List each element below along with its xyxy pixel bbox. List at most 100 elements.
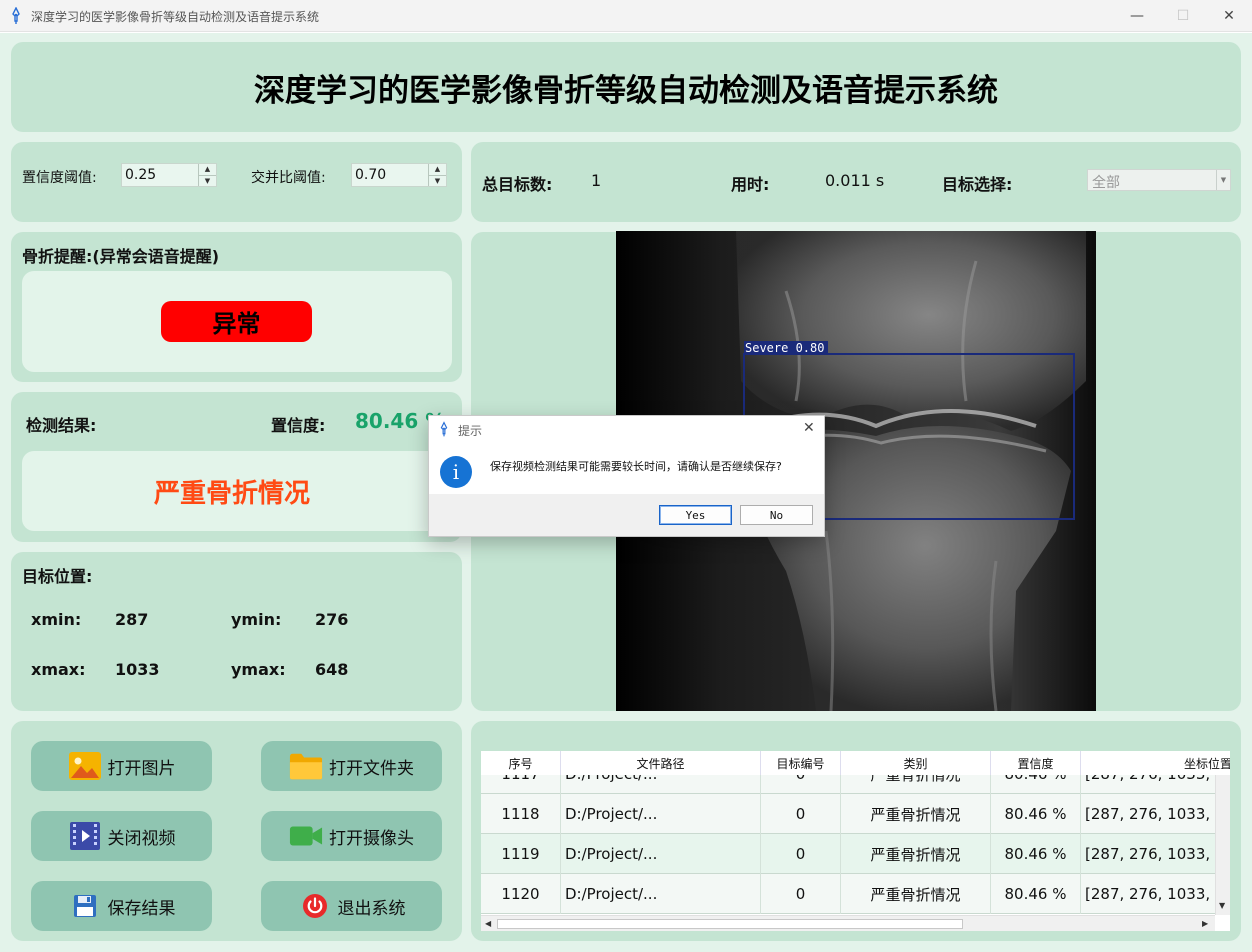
confirm-save-dialog: 提示 ✕ i 保存视频检测结果可能需要较长时间，请确认是否继续保存? Yes N… — [428, 415, 825, 537]
minimize-button[interactable]: — — [1114, 0, 1160, 32]
column-header-class[interactable]: 类别 — [841, 751, 991, 775]
scroll-left-icon[interactable]: ◀ — [485, 919, 491, 928]
xmax-value: 1033 — [115, 660, 160, 679]
window-title: 深度学习的医学影像骨折等级自动检测及语音提示系统 — [31, 10, 320, 24]
scroll-right-icon[interactable]: ▶ — [1202, 919, 1208, 928]
column-header-path[interactable]: 文件路径 — [561, 751, 761, 775]
table-cell: [287, 276, 1033, 648] — [1081, 794, 1218, 834]
results-table[interactable]: 序号 文件路径 目标编号 类别 置信度 坐标位置 1117 D:/Project… — [481, 751, 1230, 931]
open-folder-button[interactable]: 打开文件夹 — [261, 741, 442, 791]
camera-icon — [289, 821, 323, 851]
maximize-button[interactable]: ☐ — [1160, 0, 1206, 32]
power-icon — [298, 891, 332, 921]
table-cell: 严重骨折情况 — [841, 794, 991, 834]
dialog-close-icon[interactable]: ✕ — [803, 420, 815, 436]
spin-up-icon[interactable]: ▲ — [429, 164, 446, 175]
column-header-target-id[interactable]: 目标编号 — [761, 751, 841, 775]
spin-down-icon[interactable]: ▼ — [429, 175, 446, 186]
save-result-label: 保存结果 — [107, 898, 176, 919]
open-camera-button[interactable]: 打开摄像头 — [261, 811, 442, 861]
spin-arrows[interactable]: ▲ ▼ — [198, 164, 216, 186]
dialog-title: 提示 — [458, 424, 483, 438]
confidence-threshold-value: 0.25 — [125, 167, 157, 183]
elapsed-time-value: 0.011 s — [825, 171, 885, 190]
image-icon — [68, 751, 102, 781]
save-result-button[interactable]: 保存结果 — [31, 881, 212, 931]
table-horizontal-scrollbar[interactable]: ◀ ▶ — [481, 915, 1215, 931]
total-targets-value: 1 — [591, 171, 602, 190]
spin-up-icon[interactable]: ▲ — [199, 164, 216, 175]
app-pen-icon — [440, 421, 448, 437]
iou-threshold-spinbox[interactable]: 0.70 ▲ ▼ — [351, 163, 447, 187]
chevron-down-icon[interactable]: ▼ — [1216, 170, 1230, 190]
xmin-value: 287 — [115, 610, 149, 629]
target-select-dropdown[interactable]: 全部 ▼ — [1087, 169, 1231, 191]
table-cell: 0 — [761, 834, 841, 874]
close-video-button[interactable]: 关闭视频 — [31, 811, 212, 861]
result-class-text: 严重骨折情况 — [153, 478, 310, 509]
ymax-value: 648 — [315, 660, 349, 679]
window-titlebar: 深度学习的医学影像骨折等级自动检测及语音提示系统 — ☐ ✕ — [0, 0, 1252, 32]
table-cell: 0 — [761, 874, 841, 914]
table-vertical-scrollbar[interactable]: ▲ ▼ — [1215, 751, 1230, 915]
confidence-threshold-label: 置信度阈值: — [22, 170, 97, 186]
total-targets-label: 总目标数: — [482, 175, 553, 194]
scroll-down-icon[interactable]: ▼ — [1219, 901, 1225, 910]
table-cell: D:/Project/... — [561, 834, 761, 874]
open-folder-label: 打开文件夹 — [329, 758, 414, 779]
dialog-message: 保存视频检测结果可能需要较长时间，请确认是否继续保存? — [490, 460, 782, 473]
detection-label: Severe 0.80 — [745, 341, 824, 355]
ymax-label: ymax: — [231, 660, 286, 679]
table-cell: 0 — [761, 794, 841, 834]
table-cell: 80.46 % — [991, 794, 1081, 834]
dialog-titlebar: 提示 ✕ — [429, 416, 824, 444]
table-cell: D:/Project/... — [561, 794, 761, 834]
target-position-title: 目标位置: — [22, 567, 93, 586]
scrollbar-thumb[interactable] — [497, 919, 963, 929]
iou-threshold-value: 0.70 — [355, 167, 387, 183]
elapsed-time-label: 用时: — [731, 175, 770, 194]
confidence-threshold-spinbox[interactable]: 0.25 ▲ ▼ — [121, 163, 217, 187]
table-row[interactable]: 1120 D:/Project/... 0 严重骨折情况 80.46 % [28… — [481, 874, 1218, 914]
close-video-label: 关闭视频 — [107, 828, 176, 849]
open-image-label: 打开图片 — [107, 758, 176, 779]
target-select-value: 全部 — [1092, 175, 1120, 191]
spin-down-icon[interactable]: ▼ — [199, 175, 216, 186]
xmax-label: xmax: — [31, 660, 86, 679]
table-row[interactable]: 1118 D:/Project/... 0 严重骨折情况 80.46 % [28… — [481, 794, 1218, 834]
exit-system-label: 退出系统 — [337, 898, 406, 919]
video-film-icon — [68, 821, 102, 851]
open-image-button[interactable]: 打开图片 — [31, 741, 212, 791]
table-row[interactable]: 1119 D:/Project/... 0 严重骨折情况 80.46 % [28… — [481, 834, 1218, 874]
table-cell: 1120 — [481, 874, 561, 914]
ymin-label: ymin: — [231, 610, 282, 629]
table-cell: 80.46 % — [991, 874, 1081, 914]
confidence-label: 置信度: — [271, 416, 326, 435]
dialog-body: i 保存视频检测结果可能需要较长时间，请确认是否继续保存? — [429, 444, 824, 494]
save-disk-icon — [68, 891, 102, 921]
column-header-confidence[interactable]: 置信度 — [991, 751, 1081, 775]
page-title: 深度学习的医学影像骨折等级自动检测及语音提示系统 — [254, 72, 998, 109]
table-cell: 严重骨折情况 — [841, 874, 991, 914]
app-pen-icon — [12, 7, 20, 24]
abnormal-status-badge: 异常 — [161, 301, 312, 342]
target-select-label: 目标选择: — [942, 175, 1013, 194]
folder-icon — [289, 751, 323, 781]
table-cell: D:/Project/... — [561, 874, 761, 914]
spin-arrows[interactable]: ▲ ▼ — [428, 164, 446, 186]
ymin-value: 276 — [315, 610, 349, 629]
exit-system-button[interactable]: 退出系统 — [261, 881, 442, 931]
xmin-label: xmin: — [31, 610, 82, 629]
close-window-button[interactable]: ✕ — [1206, 0, 1252, 32]
table-cell: [287, 276, 1033, 648] — [1081, 834, 1218, 874]
column-header-index[interactable]: 序号 — [481, 751, 561, 775]
iou-threshold-label: 交并比阈值: — [251, 170, 326, 186]
table-cell: 1118 — [481, 794, 561, 834]
column-header-coordinates[interactable]: 坐标位置 — [1081, 751, 1230, 775]
no-button[interactable]: No — [740, 505, 813, 525]
yes-button[interactable]: Yes — [659, 505, 732, 525]
table-cell: [287, 276, 1033, 648] — [1081, 874, 1218, 914]
table-cell: 严重骨折情况 — [841, 834, 991, 874]
detection-result-label: 检测结果: — [26, 416, 97, 435]
fracture-alert-title: 骨折提醒:(异常会语音提醒) — [22, 247, 220, 266]
